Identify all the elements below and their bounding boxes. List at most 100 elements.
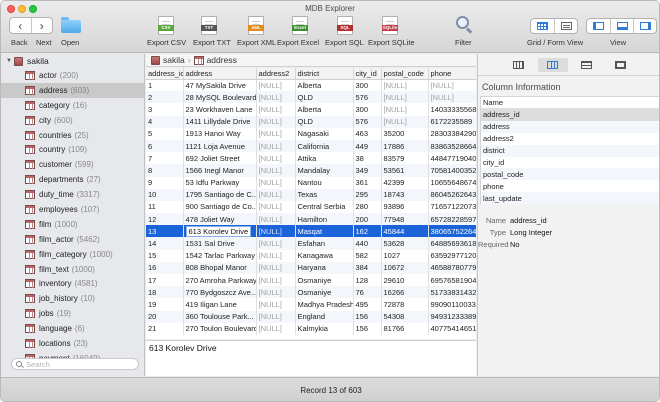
table-cell[interactable]: 72878: [381, 298, 429, 311]
column-header-district[interactable]: district: [295, 68, 354, 80]
table-cell[interactable]: 46588780779: [428, 261, 476, 274]
table-row[interactable]: 14 1531 Sal Drive [NULL] Esfahan 440 53628 648…: [146, 237, 476, 250]
table-cell[interactable]: 10: [146, 188, 184, 201]
table-cell[interactable]: QLD: [295, 91, 354, 104]
table-row[interactable]: 20 360 Toulouse Park... [NULL] England 156 54…: [146, 310, 476, 323]
sidebar-item-job-history[interactable]: job_history (10): [1, 291, 144, 306]
export-sql-label[interactable]: Export SQL: [325, 38, 364, 47]
column-list-item[interactable]: address2: [481, 133, 659, 145]
table-cell[interactable]: [NULL]: [256, 79, 296, 92]
table-cell[interactable]: [NULL]: [381, 115, 429, 128]
next-button[interactable]: ›: [30, 18, 53, 33]
table-cell[interactable]: 21: [146, 322, 184, 335]
table-cell[interactable]: 295: [353, 188, 382, 201]
table-row[interactable]: 19 419 Iligan Lane [NULL] Madhya Pradesh 495…: [146, 298, 476, 311]
table-cell[interactable]: [NULL]: [256, 237, 296, 250]
table-cell[interactable]: Hamilton: [295, 213, 354, 226]
table-cell[interactable]: Masqat: [295, 225, 354, 238]
table-row[interactable]: 11 900 Santiago de Co... [NULL] Central Ser…: [146, 200, 476, 214]
table-cell[interactable]: Nagasaki: [295, 127, 354, 140]
sidebar-item-category[interactable]: category (16): [1, 98, 144, 113]
sidebar-item-address[interactable]: address (603): [1, 82, 144, 98]
table-cell[interactable]: 10655648674: [428, 176, 476, 189]
table-cell[interactable]: 162: [353, 225, 382, 238]
table-cell[interactable]: 270 Toulon Boulevard: [183, 322, 257, 335]
table-cell[interactable]: [NULL]: [256, 103, 296, 116]
table-cell[interactable]: 495: [353, 298, 382, 311]
table-cell[interactable]: 770 Bydgoszcz Ave...: [183, 286, 257, 299]
table-cell[interactable]: [NULL]: [256, 152, 296, 165]
table-cell[interactable]: 18743: [381, 188, 429, 201]
table-cell[interactable]: 18: [146, 286, 184, 299]
column-list-item[interactable]: address: [481, 120, 659, 133]
export-xml-label[interactable]: Export XML: [237, 38, 276, 47]
table-row[interactable]: 18 770 Bydgoszcz Ave... [NULL] Osmaniye 76 16…: [146, 286, 476, 299]
column-header-address2[interactable]: address2: [256, 68, 296, 80]
table-cell[interactable]: 16266: [381, 286, 429, 299]
table-cell[interactable]: 1027: [381, 249, 429, 262]
view-bottom-button[interactable]: [610, 19, 633, 33]
table-cell[interactable]: 51733831432: [428, 286, 476, 299]
table-cell[interactable]: 63592977120: [428, 249, 476, 262]
column-list-item[interactable]: address_id: [481, 109, 659, 121]
column-header-city-id[interactable]: city_id: [353, 68, 382, 80]
sidebar-item-locations[interactable]: locations (23): [1, 336, 144, 351]
sidebar-item-employees[interactable]: employees (107): [1, 202, 144, 217]
table-cell[interactable]: 1531 Sal Drive: [183, 237, 257, 250]
sidebar-item-actor[interactable]: actor (200): [1, 68, 144, 83]
table-cell[interactable]: California: [295, 139, 354, 153]
table-row[interactable]: 7 692 Joliet Street [NULL] Attika 38 83579 448…: [146, 152, 476, 165]
table-cell[interactable]: 900 Santiago de Co...: [183, 200, 257, 214]
table-cell[interactable]: 83863528664: [428, 139, 476, 153]
disclosure-triangle-icon[interactable]: ▼: [6, 58, 14, 64]
table-cell[interactable]: Texas: [295, 188, 354, 201]
table-row[interactable]: 16 808 Bhopal Manor [NULL] Haryana 384 10672 4…: [146, 261, 476, 274]
table-cell[interactable]: [NULL]: [381, 91, 429, 104]
table-cell[interactable]: 1913 Hanoi Way: [183, 127, 257, 140]
filter-icon[interactable]: [456, 16, 473, 34]
table-cell[interactable]: 28303384290: [428, 127, 476, 140]
table-cell[interactable]: 582: [353, 249, 382, 262]
form-view-button[interactable]: [554, 19, 577, 33]
column-list-item[interactable]: district: [481, 144, 659, 157]
table-row[interactable]: 17 270 Amroha Parkway [NULL] Osmaniye 128 296…: [146, 274, 476, 287]
export-excel-icon[interactable]: Excel: [292, 16, 308, 35]
table-cell[interactable]: 9: [146, 176, 184, 189]
table-cell[interactable]: [NULL]: [256, 249, 296, 262]
tab-columns[interactable]: [537, 57, 568, 72]
table-cell[interactable]: 20: [146, 310, 184, 323]
open-label[interactable]: Open: [61, 38, 79, 47]
table-cell[interactable]: 349: [353, 164, 382, 177]
table-cell[interactable]: 47 MySakila Drive: [183, 79, 257, 92]
table-cell[interactable]: Central Serbia: [295, 200, 354, 214]
table-cell[interactable]: 14: [146, 237, 184, 250]
table-cell[interactable]: 4: [146, 115, 184, 128]
table-cell[interactable]: [NULL]: [381, 103, 429, 116]
sidebar-item-film-text[interactable]: film_text (1000): [1, 262, 144, 277]
table-cell[interactable]: 69576581904: [428, 274, 476, 287]
filter-label[interactable]: Filter: [455, 38, 472, 47]
table-cell[interactable]: 15: [146, 249, 184, 262]
grid-view-button[interactable]: [531, 19, 554, 33]
table-cell[interactable]: 86045262643: [428, 188, 476, 201]
table-cell[interactable]: [NULL]: [256, 274, 296, 287]
table-row[interactable]: 12 478 Joliet Way [NULL] Hamilton 200 77948 65…: [146, 213, 476, 226]
sidebar-item-film-actor[interactable]: film_actor (5462): [1, 232, 144, 247]
breadcrumb-table[interactable]: address: [207, 55, 237, 65]
table-cell[interactable]: 81766: [381, 322, 429, 335]
sidebar-item-countries[interactable]: countries (25): [1, 128, 144, 143]
table-cell[interactable]: 384: [353, 261, 382, 274]
column-list-item[interactable]: last_update: [481, 192, 659, 205]
table-cell[interactable]: [NULL]: [256, 322, 296, 335]
table-cell[interactable]: 71657122073: [428, 200, 476, 214]
table-cell[interactable]: 692 Joliet Street: [183, 152, 257, 165]
table-cell[interactable]: 38065752264: [428, 225, 476, 238]
export-excel-label[interactable]: Export Excel: [277, 38, 319, 47]
table-cell[interactable]: 17: [146, 274, 184, 287]
table-cell[interactable]: 11: [146, 200, 184, 214]
table-cell[interactable]: Attika: [295, 152, 354, 165]
table-cell[interactable]: Kalmykia: [295, 322, 354, 335]
table-cell[interactable]: 280: [353, 200, 382, 214]
table-cell[interactable]: 44847719040: [428, 152, 476, 165]
table-cell[interactable]: Alberta: [295, 79, 354, 92]
